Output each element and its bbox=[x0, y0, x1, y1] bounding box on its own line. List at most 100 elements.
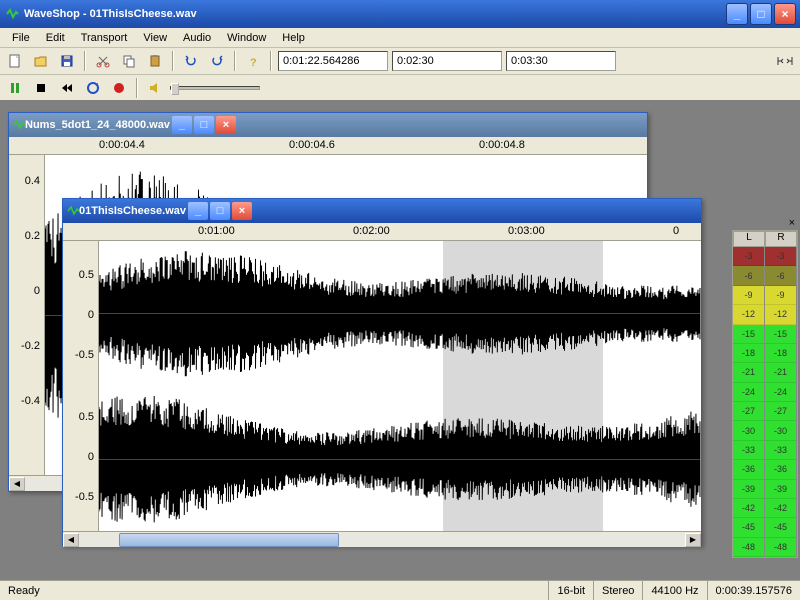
main-minimize-button[interactable]: _ bbox=[726, 3, 748, 25]
svg-text:?: ? bbox=[250, 57, 257, 68]
time-field-2[interactable] bbox=[392, 51, 502, 71]
meter-segment: -3 bbox=[765, 247, 796, 266]
ruler-tick: 0:03:00 bbox=[508, 225, 545, 237]
window-nums-min[interactable]: _ bbox=[172, 116, 192, 134]
toolbar-transport bbox=[0, 75, 800, 102]
menu-edit[interactable]: Edit bbox=[38, 30, 73, 46]
volume-icon[interactable] bbox=[144, 77, 166, 99]
scroll-thumb[interactable] bbox=[119, 533, 339, 547]
window-cheese-wave[interactable]: 0.5 0 -0.5 0.5 0 -0.5 bbox=[63, 241, 701, 531]
window-cheese[interactable]: 01ThisIsCheese.wav _ □ × 0:01:00 0:02:00… bbox=[62, 198, 702, 546]
meter-segment: -45 bbox=[765, 518, 796, 537]
meter-segment: -21 bbox=[765, 363, 796, 382]
meter-segment: -15 bbox=[733, 325, 764, 344]
meter-segment: -18 bbox=[733, 344, 764, 363]
scroll-left-icon[interactable]: ◀ bbox=[9, 477, 25, 491]
open-button[interactable] bbox=[30, 50, 52, 72]
meter-segment: -3 bbox=[733, 247, 764, 266]
volume-slider[interactable] bbox=[170, 86, 260, 90]
main-close-button[interactable]: × bbox=[774, 3, 796, 25]
window-nums-titlebar[interactable]: Nums_5dot1_24_48000.wav _ □ × bbox=[9, 113, 647, 137]
ruler-tick: 0:01:00 bbox=[198, 225, 235, 237]
meter-segment: -30 bbox=[733, 421, 764, 440]
scroll-right-icon[interactable]: ▶ bbox=[685, 533, 701, 547]
status-ready: Ready bbox=[0, 581, 548, 600]
menu-transport[interactable]: Transport bbox=[73, 30, 136, 46]
meter-segment: -15 bbox=[765, 325, 796, 344]
copy-button[interactable] bbox=[118, 50, 140, 72]
window-nums-max[interactable]: □ bbox=[194, 116, 214, 134]
status-rate: 44100 Hz bbox=[642, 581, 706, 600]
meter-label-left: L bbox=[733, 231, 765, 247]
meter-segment: -21 bbox=[733, 363, 764, 382]
menu-view[interactable]: View bbox=[135, 30, 175, 46]
meter-segment: -9 bbox=[733, 286, 764, 305]
pause-button[interactable] bbox=[4, 77, 26, 99]
meter-segment: -6 bbox=[765, 266, 796, 285]
meter-label-right: R bbox=[765, 231, 797, 247]
help-button[interactable]: ? bbox=[242, 50, 264, 72]
window-cheese-scrollbar[interactable]: ◀ ▶ bbox=[63, 531, 701, 547]
status-bits: 16-bit bbox=[548, 581, 593, 600]
meter-segment: -45 bbox=[733, 518, 764, 537]
meter-segment: -36 bbox=[733, 460, 764, 479]
stop-button[interactable] bbox=[30, 77, 52, 99]
meter-segment: -33 bbox=[765, 441, 796, 460]
meter-segment: -24 bbox=[733, 383, 764, 402]
window-cheese-ruler[interactable]: 0:01:00 0:02:00 0:03:00 0 bbox=[63, 223, 701, 241]
meter-close-icon[interactable]: × bbox=[789, 217, 795, 229]
menu-help[interactable]: Help bbox=[274, 30, 313, 46]
loop-button[interactable] bbox=[82, 77, 104, 99]
record-button[interactable] bbox=[108, 77, 130, 99]
redo-button[interactable] bbox=[206, 50, 228, 72]
app-icon bbox=[4, 6, 20, 22]
new-button[interactable] bbox=[4, 50, 26, 72]
paste-button[interactable] bbox=[144, 50, 166, 72]
ruler-tick: 0:02:00 bbox=[353, 225, 390, 237]
window-cheese-max[interactable]: □ bbox=[210, 202, 230, 220]
main-titlebar: WaveShop - 01ThisIsCheese.wav _ □ × bbox=[0, 0, 800, 28]
ruler-tick: 0 bbox=[673, 225, 679, 237]
waveform-canvas bbox=[99, 241, 701, 531]
ruler-tick: 0:00:04.4 bbox=[99, 139, 145, 151]
rewind-button[interactable] bbox=[56, 77, 78, 99]
meter-segment: -36 bbox=[765, 460, 796, 479]
save-button[interactable] bbox=[56, 50, 78, 72]
doc-icon bbox=[13, 119, 25, 131]
window-nums-close[interactable]: × bbox=[216, 116, 236, 134]
meter-segment: -33 bbox=[733, 441, 764, 460]
window-cheese-min[interactable]: _ bbox=[188, 202, 208, 220]
cut-button[interactable] bbox=[92, 50, 114, 72]
menu-bar: File Edit Transport View Audio Window He… bbox=[0, 28, 800, 48]
meter-segment: -12 bbox=[765, 305, 796, 324]
scroll-left-icon[interactable]: ◀ bbox=[63, 533, 79, 547]
meter-segment: -12 bbox=[733, 305, 764, 324]
app-title: WaveShop - 01ThisIsCheese.wav bbox=[24, 8, 197, 20]
menu-audio[interactable]: Audio bbox=[175, 30, 219, 46]
meter-segment: -6 bbox=[733, 266, 764, 285]
meter-segment: -42 bbox=[765, 499, 796, 518]
y-axis: 0.4 0.2 0 -0.2 -0.4 bbox=[9, 155, 45, 475]
meter-segment: -39 bbox=[765, 480, 796, 499]
time-field-1[interactable] bbox=[278, 51, 388, 71]
status-position: 0:00:39.157576 bbox=[707, 581, 800, 600]
window-nums-ruler[interactable]: 0:00:04.4 0:00:04.6 0:00:04.8 bbox=[9, 137, 647, 155]
window-cheese-title: 01ThisIsCheese.wav bbox=[79, 205, 186, 217]
window-cheese-close[interactable]: × bbox=[232, 202, 252, 220]
main-maximize-button[interactable]: □ bbox=[750, 3, 772, 25]
meter-segment: -39 bbox=[733, 480, 764, 499]
window-cheese-titlebar[interactable]: 01ThisIsCheese.wav _ □ × bbox=[63, 199, 701, 223]
meter-segment: -30 bbox=[765, 421, 796, 440]
toolbar-file: ? bbox=[0, 48, 800, 75]
ruler-tick: 0:00:04.6 bbox=[289, 139, 335, 151]
status-channels: Stereo bbox=[593, 581, 642, 600]
meter-segment: -48 bbox=[765, 538, 796, 557]
time-field-3[interactable] bbox=[506, 51, 616, 71]
meter-segment: -27 bbox=[733, 402, 764, 421]
status-bar: Ready 16-bit Stereo 44100 Hz 0:00:39.157… bbox=[0, 580, 800, 600]
undo-button[interactable] bbox=[180, 50, 202, 72]
fit-button[interactable] bbox=[774, 50, 796, 72]
menu-window[interactable]: Window bbox=[219, 30, 274, 46]
menu-file[interactable]: File bbox=[4, 30, 38, 46]
meter-segment: -9 bbox=[765, 286, 796, 305]
